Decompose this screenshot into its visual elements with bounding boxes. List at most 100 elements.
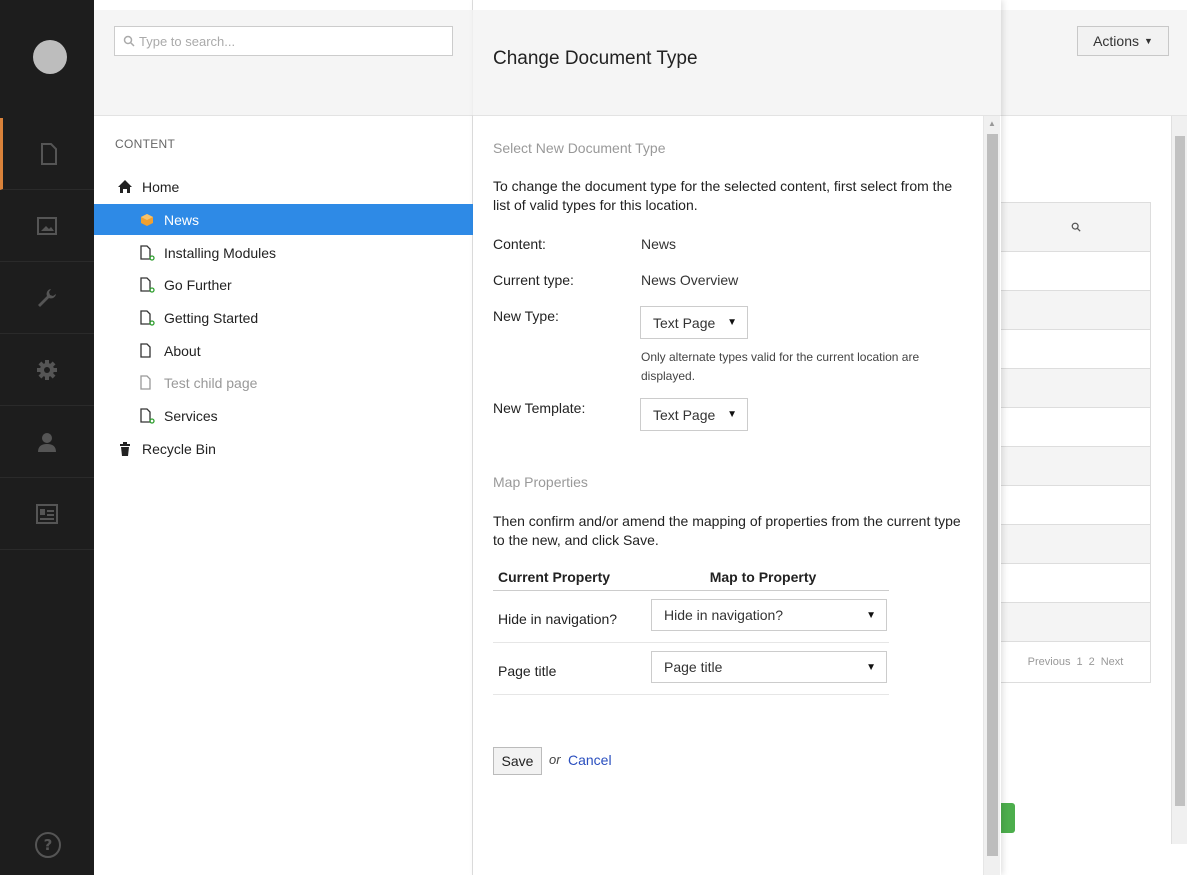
content-tree-panel: CONTENT Home News Installing Modules Go … xyxy=(94,0,473,875)
current-type-label: Current type: xyxy=(493,272,574,288)
document-icon xyxy=(40,142,57,165)
caret-down-icon: ▼ xyxy=(727,409,737,420)
table-row[interactable] xyxy=(1001,564,1150,603)
tree-item-label: Home xyxy=(142,178,180,195)
new-type-selected: Text Page xyxy=(653,314,716,331)
tree-item-label: News xyxy=(164,211,200,228)
table-row: Page title Page title ▼ xyxy=(493,643,889,695)
id-card-icon xyxy=(36,503,58,524)
current-property: Hide in navigation? xyxy=(498,611,618,627)
tree-item-news[interactable]: News xyxy=(94,204,473,235)
pager-next[interactable]: Next xyxy=(1101,656,1124,668)
tree-item-go-further[interactable]: Go Further xyxy=(94,269,473,300)
content-label: Content: xyxy=(493,236,546,252)
document-icon xyxy=(136,276,158,293)
caret-down-icon: ▼ xyxy=(1144,36,1153,46)
background-list-table: Previous 1 2 Next xyxy=(1001,202,1151,683)
new-type-select[interactable]: Text Page ▼ xyxy=(640,306,748,339)
dialog-header: Change Document Type xyxy=(473,10,1001,116)
tree-item-about[interactable]: About xyxy=(94,335,473,366)
table-row[interactable] xyxy=(1001,291,1150,330)
map-to-select[interactable]: Page title ▼ xyxy=(651,651,887,683)
property-map-table: Current Property Map to Property Hide in… xyxy=(493,564,889,695)
caret-down-icon: ▼ xyxy=(727,317,737,328)
scrollbar-thumb[interactable] xyxy=(987,134,998,856)
caret-down-icon: ▼ xyxy=(866,609,876,621)
section-media[interactable] xyxy=(0,190,94,262)
table-row[interactable] xyxy=(1001,369,1150,408)
caret-down-icon: ▼ xyxy=(866,661,876,673)
content-value: News xyxy=(641,236,677,252)
green-button-edge[interactable] xyxy=(1001,803,1015,833)
table-row[interactable] xyxy=(1001,408,1150,447)
table-row[interactable] xyxy=(1001,486,1150,525)
document-icon xyxy=(136,374,158,391)
table-row[interactable] xyxy=(1001,525,1150,564)
help-icon[interactable]: ? xyxy=(35,832,61,858)
actions-button[interactable]: Actions ▼ xyxy=(1077,26,1169,56)
trash-icon xyxy=(114,441,136,456)
wrench-icon xyxy=(38,288,56,307)
tree-item-label: Test child page xyxy=(164,374,258,391)
section-developer[interactable] xyxy=(0,334,94,406)
table-row[interactable] xyxy=(1001,330,1150,369)
map-section-title: Map Properties xyxy=(493,474,588,490)
scroll-up-icon[interactable]: ▲ xyxy=(988,119,996,128)
current-type-value: News Overview xyxy=(641,272,739,288)
section-settings[interactable] xyxy=(0,262,94,334)
change-document-type-dialog: Change Document Type Select New Document… xyxy=(473,0,1001,875)
document-icon xyxy=(136,309,158,326)
news-box-icon xyxy=(136,213,158,227)
dialog-title: Change Document Type xyxy=(493,48,698,69)
tree-item-label: Recycle Bin xyxy=(142,440,216,457)
map-to-selected: Hide in navigation? xyxy=(664,607,784,623)
table-row[interactable] xyxy=(1001,603,1150,642)
new-template-selected: Text Page xyxy=(653,406,716,423)
tree-item-label: Getting Started xyxy=(164,309,259,326)
new-type-hint: Only alternate types valid for the curre… xyxy=(641,350,920,383)
tree-item-label: Installing Modules xyxy=(164,244,277,261)
gear-icon xyxy=(37,359,57,380)
search-icon xyxy=(123,35,135,47)
user-icon xyxy=(38,432,56,452)
tree-item-services[interactable]: Services xyxy=(94,400,473,431)
search-input[interactable] xyxy=(139,33,439,49)
cancel-link[interactable]: Cancel xyxy=(568,752,612,768)
tree-item-home[interactable]: Home xyxy=(94,171,473,202)
home-icon xyxy=(114,180,136,193)
section-content[interactable] xyxy=(0,118,94,190)
scrollbar-thumb[interactable] xyxy=(1175,136,1185,806)
user-avatar[interactable] xyxy=(33,40,67,74)
tree-item-recycle-bin[interactable]: Recycle Bin xyxy=(94,433,473,464)
pager-page-2[interactable]: 2 xyxy=(1089,656,1095,668)
table-row[interactable] xyxy=(1001,252,1150,291)
image-icon xyxy=(37,216,57,235)
new-template-label: New Template: xyxy=(493,400,586,416)
background-content-panel: Actions ▼ Previous 1 2 Next xyxy=(1001,0,1187,875)
search-field[interactable] xyxy=(114,26,453,56)
document-icon xyxy=(136,342,158,359)
table-header-row xyxy=(1001,203,1150,252)
section-users[interactable] xyxy=(0,406,94,478)
table-row: Hide in navigation? Hide in navigation? … xyxy=(493,591,889,643)
pager-page-1[interactable]: 1 xyxy=(1076,656,1082,668)
save-button[interactable]: Save xyxy=(493,747,542,775)
tree-header xyxy=(94,10,473,116)
section-rail: ? xyxy=(0,0,94,875)
tree-item-getting-started[interactable]: Getting Started xyxy=(94,302,473,333)
dialog-scrollbar[interactable]: ▲ xyxy=(983,116,1000,875)
section-members[interactable] xyxy=(0,478,94,550)
tree-item-label: Services xyxy=(164,407,218,424)
tree-item-installing-modules[interactable]: Installing Modules xyxy=(94,237,473,268)
search-icon[interactable] xyxy=(1071,222,1081,232)
tree-item-label: Go Further xyxy=(164,276,232,293)
map-to-select[interactable]: Hide in navigation? ▼ xyxy=(651,599,887,631)
tree-item-test-child-page[interactable]: Test child page xyxy=(94,367,473,398)
background-scrollbar[interactable] xyxy=(1171,116,1187,844)
table-row[interactable] xyxy=(1001,447,1150,486)
document-icon xyxy=(136,407,158,424)
new-template-select[interactable]: Text Page ▼ xyxy=(640,398,748,431)
pagination: Previous 1 2 Next xyxy=(1001,642,1150,682)
select-type-section-title: Select New Document Type xyxy=(493,140,666,156)
pager-previous[interactable]: Previous xyxy=(1028,656,1071,668)
